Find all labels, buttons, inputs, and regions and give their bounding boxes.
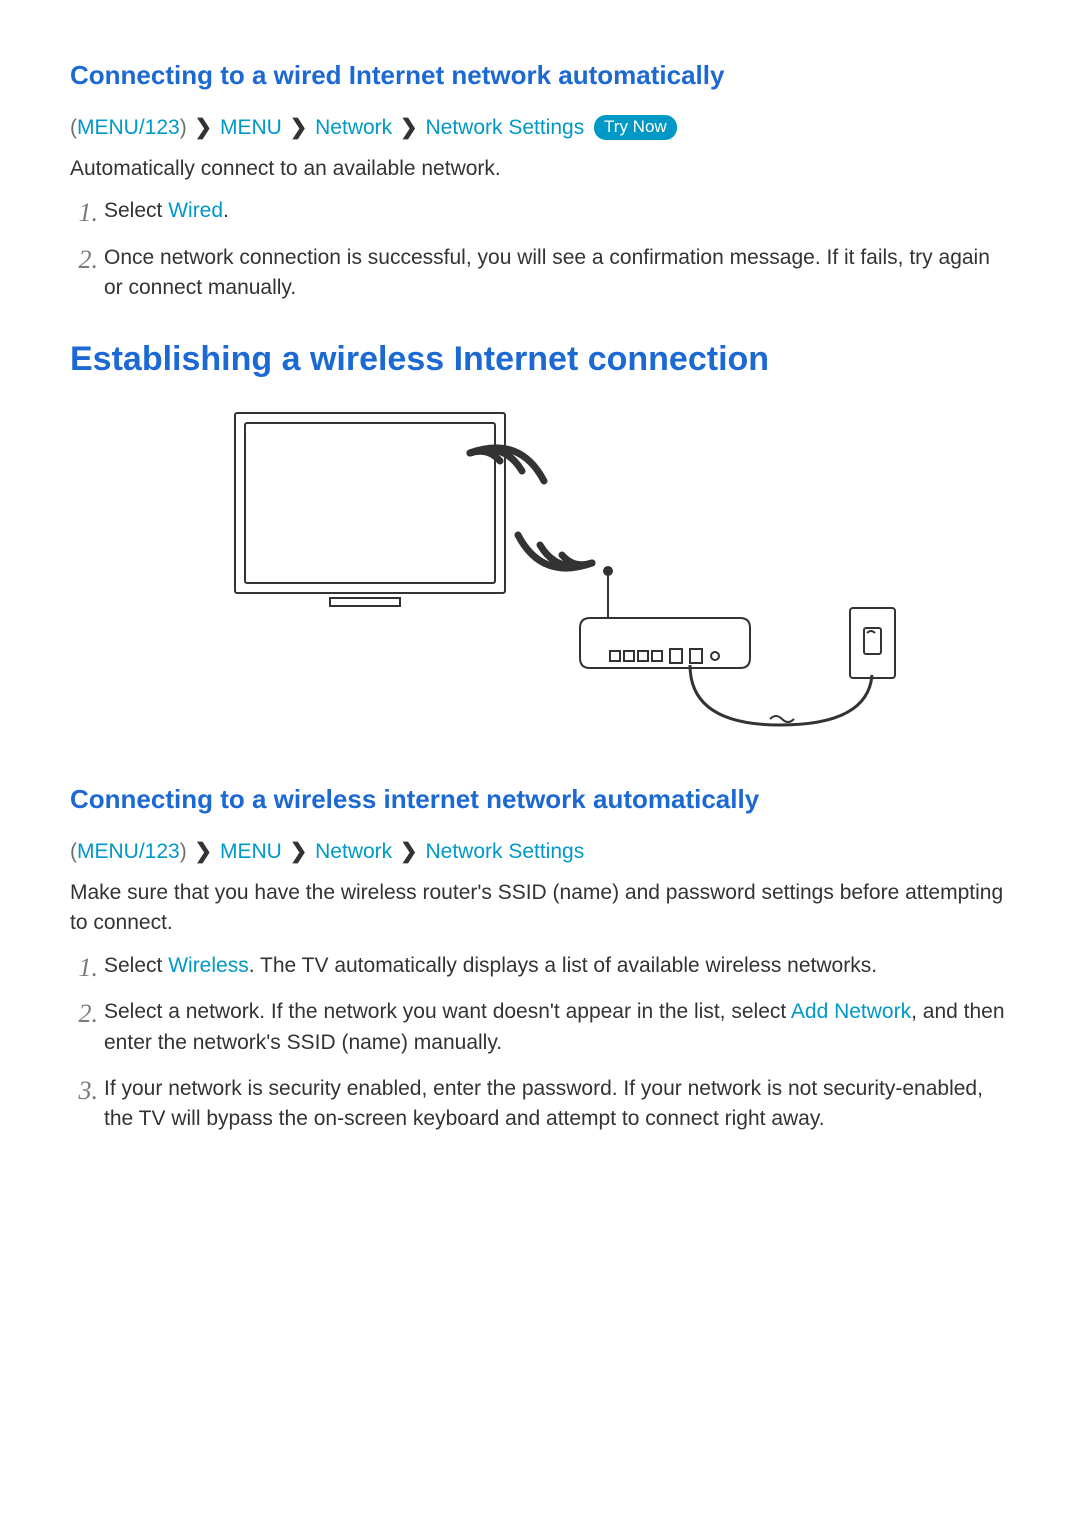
sec3-steps: 1. Select Wireless. The TV automatically… — [70, 951, 1010, 1135]
step-number: 1. — [70, 949, 98, 987]
path-network: Network — [315, 116, 392, 139]
path-network-settings: Network Settings — [425, 116, 584, 139]
path-menu123: MENU/123 — [77, 116, 180, 139]
tv-icon — [235, 413, 505, 606]
path-menu123: MENU/123 — [77, 840, 180, 863]
step-text: . The TV automatically displays a list o… — [249, 954, 877, 977]
keyword-add-network: Add Network — [791, 1000, 911, 1023]
step-text: Select — [104, 199, 168, 222]
router-icon — [580, 567, 750, 668]
sec3-title: Connecting to a wireless internet networ… — [70, 784, 1010, 815]
list-item: 1. Select Wired. — [104, 196, 1010, 226]
step-text: Select — [104, 954, 168, 977]
try-now-badge[interactable]: Try Now — [594, 115, 677, 140]
sec3-nav-path: (MENU/123) ❯ MENU ❯ Network ❯ Network Se… — [70, 839, 1010, 864]
step-text: If your network is security enabled, ent… — [104, 1077, 983, 1130]
list-item: 3. If your network is security enabled, … — [104, 1074, 1010, 1135]
wireless-diagram-svg — [170, 403, 910, 733]
path-menu: MENU — [220, 116, 282, 139]
step-number: 3. — [70, 1072, 98, 1110]
list-item: 2. Select a network. If the network you … — [104, 997, 1010, 1058]
keyword-wireless: Wireless — [168, 954, 249, 977]
path-network: Network — [315, 840, 392, 863]
sec1-steps: 1. Select Wired. 2. Once network connect… — [70, 196, 1010, 303]
manual-page: Connecting to a wired Internet network a… — [0, 0, 1080, 1527]
keyword-wired: Wired — [168, 199, 223, 222]
path-menu: MENU — [220, 840, 282, 863]
cable-icon — [690, 665, 872, 725]
step-text: . — [223, 199, 229, 222]
list-item: 1. Select Wireless. The TV automatically… — [104, 951, 1010, 981]
wall-outlet-icon — [850, 608, 895, 678]
sec1-intro: Automatically connect to an available ne… — [70, 154, 1010, 184]
step-number: 1. — [70, 194, 98, 232]
sec1-nav-path: (MENU/123) ❯ MENU ❯ Network ❯ Network Se… — [70, 115, 1010, 140]
step-text: Once network connection is successful, y… — [104, 246, 990, 299]
step-number: 2. — [70, 241, 98, 279]
list-item: 2. Once network connection is successful… — [104, 243, 1010, 304]
wifi-waves-icon — [470, 448, 592, 568]
step-text: Select a network. If the network you wan… — [104, 1000, 791, 1023]
sec3-intro: Make sure that you have the wireless rou… — [70, 878, 1010, 939]
path-network-settings: Network Settings — [425, 840, 584, 863]
sec2-main-title: Establishing a wireless Internet connect… — [70, 340, 1010, 379]
sec1-title: Connecting to a wired Internet network a… — [70, 60, 1010, 91]
step-number: 2. — [70, 995, 98, 1033]
wireless-diagram — [70, 403, 1010, 738]
